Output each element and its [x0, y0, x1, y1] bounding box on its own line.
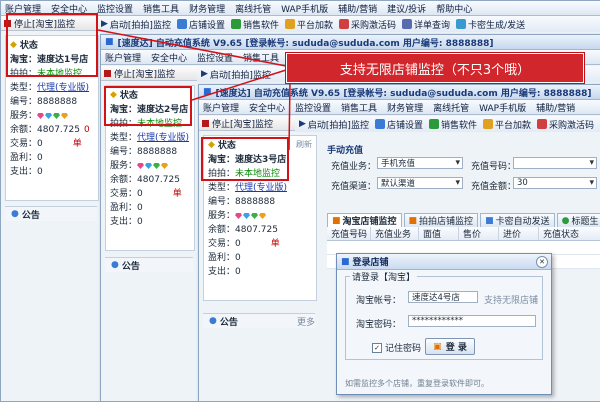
tab-title[interactable]: ● 标题生 [556, 213, 600, 227]
dialog-tip: 如需监控多个店铺，重复登录软件即可。 [345, 379, 489, 388]
login-dialog: ■ 登录店铺 ✕ 请登录【淘宝】 淘宝帐号： 速度达4号店 支持无限店铺 淘宝密码… [336, 253, 552, 395]
type-link[interactable]: 代理(专业版) [37, 82, 89, 94]
password-input[interactable]: ************ [408, 315, 536, 327]
stop-taobao-monitor-button-3[interactable]: 停止[淘宝]监控 [199, 116, 296, 131]
highlight-frame-1 [6, 13, 98, 77]
app-logo-icon: ■ [105, 37, 114, 47]
card-gen-button[interactable]: 卡密生成/发送 [456, 18, 525, 31]
add-icon [284, 19, 295, 29]
login-btn-icon: ▣ [433, 341, 442, 352]
notice-header-3: ● 公告 更多 [203, 313, 315, 328]
menu-finance[interactable]: 财务管理 [189, 2, 225, 15]
software-icon [230, 19, 241, 29]
more-link[interactable]: 更多 [297, 315, 315, 328]
menu-bar-3: 账户管理 安全中心 监控设置 销售工具 财务管理 离线托管 WAP手机版 辅助/… [199, 100, 600, 115]
close-icon[interactable]: ✕ [536, 256, 548, 268]
menu-monitor[interactable]: 监控设置 [97, 2, 133, 15]
highlight-frame-3 [201, 137, 289, 181]
buy-cards-button[interactable]: 采购激活码 [339, 18, 396, 31]
platform-plus-button[interactable]: 平台加款 [284, 18, 333, 31]
settings-icon [176, 19, 187, 29]
dialog-title: ■ 登录店铺 [337, 254, 551, 270]
recharge-amount-select[interactable]: 30 [513, 177, 597, 189]
menu-feedback[interactable]: 建议/投诉 [387, 2, 426, 15]
cart-icon [339, 19, 349, 29]
app-title-2: ■ [速度达] 自动充值系统 V9.65 [登录帐号: sududa@sududa… [101, 35, 600, 50]
refresh-link[interactable]: 刷新 [296, 139, 312, 150]
detail-query-button[interactable]: 详单查询 [402, 18, 450, 31]
recharge-number-input[interactable] [513, 157, 597, 169]
tab-paipai[interactable]: ■ 拍拍店铺监控 [403, 213, 479, 227]
shop-settings-button[interactable]: 店铺设置 [176, 18, 225, 31]
menu-help[interactable]: 帮助中心 [436, 2, 472, 15]
menu-marketing[interactable]: 辅助/营销 [338, 2, 377, 15]
list-icon [402, 19, 413, 29]
start-paipai-button[interactable]: ▶ 启动[拍拍]监控 [101, 18, 171, 31]
sales-software-button[interactable]: 销售软件 [230, 18, 279, 31]
highlight-frame-2 [104, 86, 192, 126]
remember-checkbox[interactable]: ✓ 记住密码 [372, 341, 421, 354]
toolbar-1: ▶ 启动[拍拍]监控 店铺设置 销售软件 平台加款 采购激活码 详单查询 卡密生成… [97, 16, 600, 32]
account-input[interactable]: 速度达4号店 [408, 291, 478, 303]
menu-wap[interactable]: WAP手机版 [281, 2, 328, 15]
recharge-business-select[interactable]: 手机充值 [377, 157, 463, 169]
login-button[interactable]: ▣ 登 录 [425, 338, 475, 355]
monitor-tabs: ■ 淘宝店铺监控 ■ 拍拍店铺监控 ■ 卡密自动发送 ● 标题生 [327, 213, 600, 227]
card-icon [456, 19, 467, 29]
notice-icon: ● [11, 209, 19, 219]
login-icon: ■ [341, 256, 350, 267]
stop-taobao-monitor-button-2[interactable]: 停止[淘宝]监控 [101, 66, 198, 81]
orders-table-header: 充值号码 充值业务 面值 售价 进价 充值状态 [327, 227, 600, 241]
tab-taobao[interactable]: ■ 淘宝店铺监控 [327, 213, 402, 227]
tab-card-send[interactable]: ■ 卡密自动发送 [480, 213, 555, 227]
menu-sales-tools[interactable]: 销售工具 [143, 2, 179, 15]
feature-banner: 支持无限店铺监控（不只3个哦） [286, 53, 584, 83]
app-title-3: ■ [速度达] 自动充值系统 V9.65 [登录帐号: sududa@sududa… [199, 85, 600, 100]
recharge-channel-select[interactable]: 默认渠道 [377, 177, 463, 189]
manual-recharge-title: 手动充值 [327, 146, 364, 156]
notice-header-1: ● 公告 [5, 206, 97, 221]
notice-header-2: ● 公告 [105, 257, 193, 272]
menu-offline[interactable]: 离线托管 [235, 2, 271, 15]
toolbar-3: ▶ 启动[拍拍]监控 店铺设置 销售软件 平台加款 采购激活码 [295, 116, 600, 132]
